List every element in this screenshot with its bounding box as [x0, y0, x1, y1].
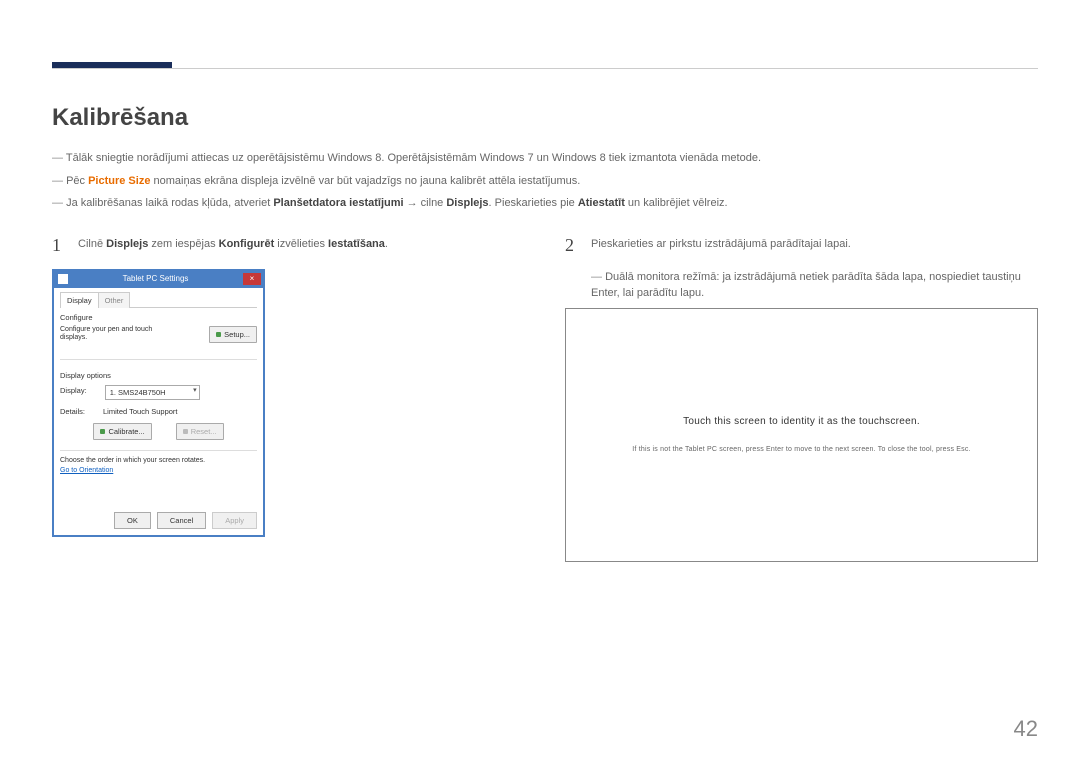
text: nomaiņas ekrāna displeja izvēlnē var būt… — [150, 175, 580, 187]
orientation-link[interactable]: Go to Orientation — [60, 466, 257, 477]
details-value: Limited Touch Support — [103, 406, 178, 417]
touch-identify-screen: Touch this screen to identity it as the … — [565, 308, 1038, 562]
left-column: 1 Cilnē Displejs zem iespējas Konfigurēt… — [52, 232, 525, 562]
text-bold: Displejs — [446, 197, 488, 209]
intro-line-3: Ja kalibrēšanas laikā rodas kļūda, atver… — [52, 195, 1038, 212]
right-column: 2 Pieskarieties ar pirkstu izstrādājumā … — [565, 232, 1038, 562]
text-bold: Displejs — [106, 238, 148, 250]
text: Pēc — [66, 175, 88, 187]
text: Ja kalibrēšanas laikā rodas kļūda, atver… — [66, 197, 273, 209]
configure-heading: Configure — [60, 312, 257, 323]
display-options-heading: Display options — [60, 370, 257, 381]
text: . — [385, 238, 388, 250]
text-bold: Konfigurēt — [219, 238, 275, 250]
display-label: Display: — [60, 385, 87, 400]
text: Duālā monitora režīmā: ja izstrādājumā n… — [591, 271, 1021, 300]
step-number: 2 — [565, 232, 579, 259]
shield-icon — [183, 429, 188, 434]
text: Cilnē — [78, 238, 106, 250]
text: Tālāk sniegtie norādījumi attiecas uz op… — [66, 152, 761, 164]
calibrate-button[interactable]: Calibrate... — [93, 423, 151, 440]
header-rule — [52, 68, 1038, 69]
shield-icon — [216, 332, 221, 337]
close-icon[interactable]: × — [243, 273, 261, 285]
text: un kalibrējiet vēlreiz. — [625, 197, 728, 209]
page-title: Kalibrēšana — [52, 100, 1038, 136]
text: . Pieskarieties pie — [489, 197, 578, 209]
details-label: Details: — [60, 406, 85, 417]
app-icon — [58, 274, 68, 284]
setup-button[interactable]: Setup... — [209, 326, 257, 343]
step-number: 1 — [52, 232, 66, 259]
ok-button[interactable]: OK — [114, 512, 151, 529]
cancel-button[interactable]: Cancel — [157, 512, 206, 529]
apply-button[interactable]: Apply — [212, 512, 257, 529]
tablet-pc-settings-dialog: Tablet PC Settings × Display Other Confi… — [52, 269, 265, 538]
text: zem iespējas — [148, 238, 218, 250]
step-1-text: Cilnē Displejs zem iespējas Konfigurēt i… — [78, 232, 388, 259]
picture-size-label: Picture Size — [88, 175, 150, 187]
intro-line-1: Tālāk sniegtie norādījumi attiecas uz op… — [52, 150, 1038, 167]
display-select[interactable]: 1. SMS24B750H — [105, 385, 200, 400]
button-label: Setup... — [224, 329, 250, 340]
text-bold: Atiestatīt — [578, 197, 625, 209]
tab-other[interactable]: Other — [98, 292, 131, 308]
intro-line-2: Pēc Picture Size nomaiņas ekrāna displej… — [52, 173, 1038, 190]
page-content: Kalibrēšana Tālāk sniegtie norādījumi at… — [52, 100, 1038, 562]
orientation-text: Choose the order in which your screen ro… — [60, 457, 257, 465]
touch-sub-text: If this is not the Tablet PC screen, pre… — [632, 445, 970, 456]
dialog-titlebar: Tablet PC Settings × — [54, 271, 263, 288]
tab-display[interactable]: Display — [60, 292, 99, 308]
text-bold: Iestatīšana — [328, 238, 385, 250]
step-2-note: Duālā monitora režīmā: ja izstrādājumā n… — [591, 269, 1038, 302]
button-label: Reset... — [191, 426, 217, 437]
text: izvēlieties — [274, 238, 328, 250]
page-number: 42 — [1014, 712, 1038, 745]
button-label: Calibrate... — [108, 426, 144, 437]
text: → cilne — [404, 197, 447, 209]
configure-description: Configure your pen and touch displays. — [60, 326, 170, 343]
text-bold: Planšetdatora iestatījumi — [273, 197, 403, 209]
shield-icon — [100, 429, 105, 434]
reset-button[interactable]: Reset... — [176, 423, 224, 440]
touch-main-text: Touch this screen to identity it as the … — [683, 414, 920, 429]
step-2-text: Pieskarieties ar pirkstu izstrādājumā pa… — [591, 232, 851, 259]
dialog-title: Tablet PC Settings — [68, 273, 243, 285]
